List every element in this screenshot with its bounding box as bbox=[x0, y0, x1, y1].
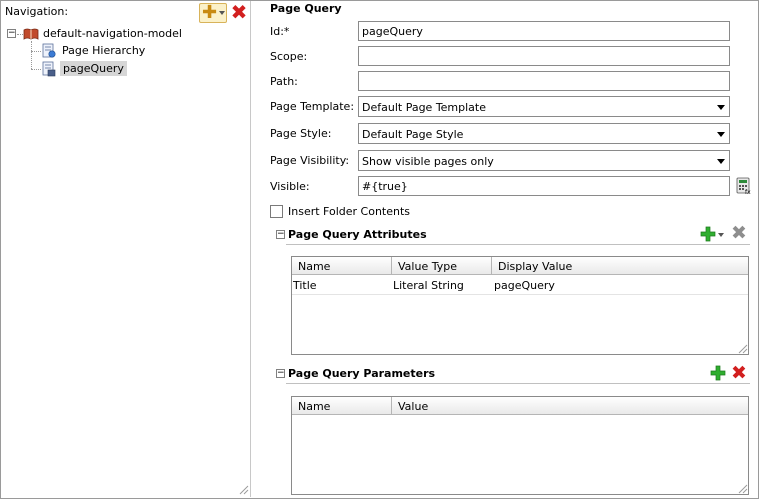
column-header-value-type[interactable]: Value Type bbox=[398, 260, 457, 273]
resize-grip-icon[interactable] bbox=[237, 483, 249, 495]
property-panel: Page Query Id:* pageQuery Scope: Path: P… bbox=[252, 1, 758, 497]
path-field[interactable] bbox=[358, 71, 730, 91]
tree-connector bbox=[31, 41, 32, 69]
column-separator bbox=[391, 397, 392, 415]
section-title: Page Query bbox=[270, 2, 342, 15]
column-header-value[interactable]: Value bbox=[398, 400, 428, 413]
tree-collapse-toggle[interactable]: − bbox=[7, 29, 16, 38]
path-label: Path: bbox=[270, 75, 298, 88]
tree-root-label[interactable]: default-navigation-model bbox=[43, 27, 182, 40]
column-separator bbox=[391, 257, 392, 275]
attributes-title: Page Query Attributes bbox=[288, 228, 427, 241]
chevron-down-icon bbox=[717, 132, 725, 137]
dropdown-arrow-icon[interactable] bbox=[718, 233, 724, 237]
page-style-value: Default Page Style bbox=[362, 128, 464, 141]
tree-item-page-hierarchy[interactable]: Page Hierarchy bbox=[62, 44, 145, 57]
resize-grip-icon[interactable] bbox=[736, 342, 748, 354]
chevron-down-icon bbox=[717, 159, 725, 164]
expression-builder-icon[interactable]: fx bbox=[736, 177, 752, 195]
column-separator bbox=[491, 257, 492, 275]
delete-icon: ✖ bbox=[230, 0, 248, 24]
tree-connector bbox=[31, 69, 41, 70]
delete-parameter-button[interactable]: ✖ bbox=[731, 364, 747, 383]
attributes-divider bbox=[286, 244, 750, 245]
page-style-label: Page Style: bbox=[270, 127, 332, 140]
parameters-collapse-toggle[interactable]: − bbox=[276, 369, 285, 378]
page-visibility-select[interactable]: Show visible pages only bbox=[358, 150, 730, 171]
column-header-name[interactable]: Name bbox=[298, 400, 330, 413]
scope-field[interactable] bbox=[358, 46, 730, 66]
id-label: Id:* bbox=[270, 25, 290, 38]
parameters-title: Page Query Parameters bbox=[288, 367, 436, 380]
delete-attribute-button[interactable]: ✖ bbox=[731, 224, 747, 243]
delete-node-button[interactable]: ✖ bbox=[230, 2, 248, 22]
tree-connector bbox=[31, 51, 41, 52]
page-visibility-value: Show visible pages only bbox=[362, 155, 494, 168]
id-field[interactable]: pageQuery bbox=[358, 21, 730, 41]
parameters-table: Name Value bbox=[291, 396, 749, 495]
tree-item-page-query[interactable]: pageQuery bbox=[60, 61, 127, 76]
navigation-title: Navigation: bbox=[5, 5, 69, 18]
page-visibility-label: Page Visibility: bbox=[270, 154, 350, 167]
column-header-name[interactable]: Name bbox=[298, 260, 330, 273]
cell-name[interactable]: Title bbox=[293, 279, 317, 292]
page-template-select[interactable]: Default Page Template bbox=[358, 96, 730, 117]
insert-folder-contents-label: Insert Folder Contents bbox=[288, 205, 411, 218]
attributes-collapse-toggle[interactable]: − bbox=[276, 230, 285, 239]
book-icon bbox=[23, 28, 39, 40]
add-node-button[interactable]: ✚ bbox=[199, 3, 227, 23]
column-header-display-value[interactable]: Display Value bbox=[498, 260, 572, 273]
attributes-table-header: Name Value Type Display Value bbox=[292, 257, 748, 275]
navigation-panel: Navigation: ✚ ✖ − default-navigation-mod… bbox=[1, 1, 251, 497]
page-template-value: Default Page Template bbox=[362, 101, 487, 114]
page-template-label: Page Template: bbox=[270, 100, 355, 113]
add-attribute-button[interactable] bbox=[700, 226, 716, 242]
svg-text:fx: fx bbox=[745, 189, 751, 195]
visible-field[interactable]: #{true} bbox=[358, 176, 730, 196]
scope-label: Scope: bbox=[270, 50, 308, 63]
add-parameter-button[interactable] bbox=[710, 365, 726, 381]
dropdown-arrow-icon bbox=[219, 11, 225, 15]
insert-folder-contents-checkbox[interactable] bbox=[270, 205, 283, 218]
page-query-icon bbox=[42, 61, 56, 77]
cell-value-type[interactable]: Literal String bbox=[393, 279, 464, 292]
visible-label: Visible: bbox=[270, 180, 310, 193]
parameters-table-header: Name Value bbox=[292, 397, 748, 415]
attributes-table: Name Value Type Display Value Title Lite… bbox=[291, 256, 749, 355]
row-divider bbox=[292, 294, 748, 295]
parameters-divider bbox=[286, 383, 750, 384]
page-style-select[interactable]: Default Page Style bbox=[358, 123, 730, 144]
add-icon: ✚ bbox=[202, 2, 218, 23]
cell-display-value[interactable]: pageQuery bbox=[494, 279, 555, 292]
chevron-down-icon bbox=[717, 105, 725, 110]
page-hierarchy-icon bbox=[42, 43, 56, 58]
resize-grip-icon[interactable] bbox=[736, 482, 748, 494]
